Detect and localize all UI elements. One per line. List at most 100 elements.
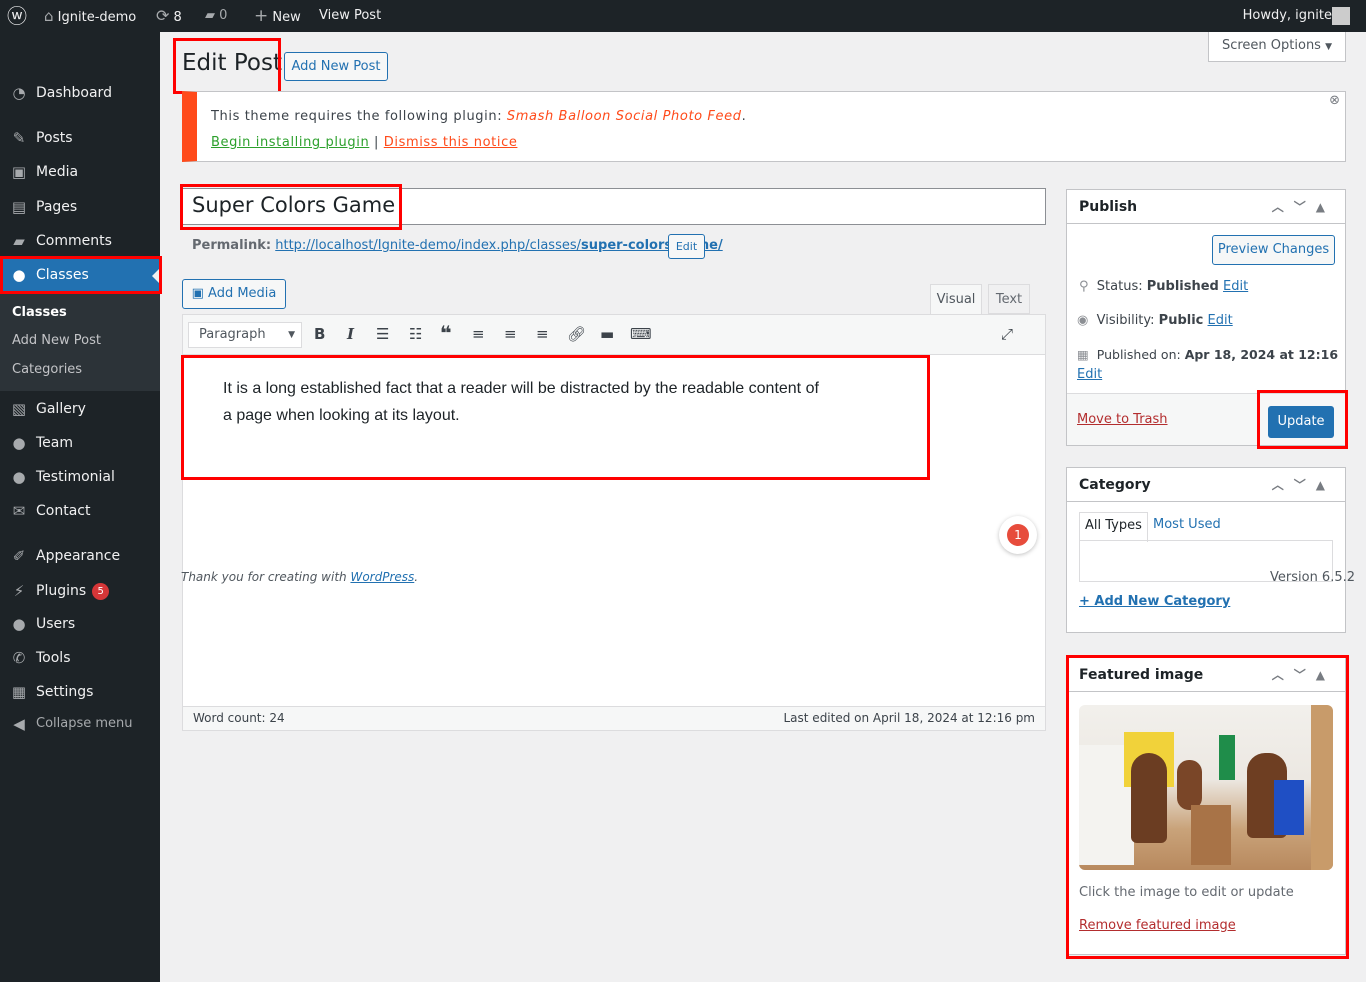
- screen-options-button[interactable]: Screen Options ▼: [1208, 32, 1346, 62]
- sidebar-item-plugins[interactable]: ⚡ Plugins 5: [0, 574, 160, 608]
- view-post-link[interactable]: View Post: [319, 0, 381, 32]
- category-header[interactable]: Category ︿﹀▲: [1067, 468, 1345, 502]
- preview-changes-button[interactable]: Preview Changes: [1212, 235, 1335, 265]
- sidebar-item-pages[interactable]: ▤ Pages: [0, 190, 160, 224]
- link-icon[interactable]: 🔗︎: [567, 325, 586, 343]
- new-link[interactable]: + New: [254, 0, 301, 32]
- wordpress-link[interactable]: WordPress: [350, 570, 414, 584]
- sidebar-item-testimonial[interactable]: ● Testimonial: [0, 460, 160, 494]
- status-value: Published: [1146, 279, 1219, 294]
- tab-visual[interactable]: Visual: [930, 284, 982, 315]
- featured-image[interactable]: [1079, 705, 1333, 870]
- thanks-period: .: [414, 570, 419, 584]
- pages-icon: ▤: [11, 198, 27, 216]
- sidebar-item-dashboard[interactable]: ◔ Dashboard: [0, 76, 160, 110]
- sidebar-item-label: Testimonial: [36, 469, 115, 485]
- publish-title: Publish: [1079, 199, 1138, 215]
- sidebar-item-label: Media: [36, 164, 79, 180]
- bold-icon[interactable]: B: [314, 325, 325, 343]
- sidebar-item-posts[interactable]: ✎ Posts: [0, 121, 160, 155]
- plugins-badge: 5: [92, 582, 110, 600]
- comments-link[interactable]: ▰ 0: [205, 0, 227, 32]
- notice-text: This theme requires the following plugin…: [211, 109, 746, 124]
- fullscreen-icon[interactable]: ⤢: [1001, 325, 1013, 343]
- permalink-link[interactable]: http://localhost/Ignite-demo/index.php/c…: [275, 238, 722, 253]
- admin-bar: ⓦ ⌂ Ignite-demo ⟳ 8 ▰ 0 + New View Post …: [0, 0, 1366, 32]
- home-icon: ⌂: [44, 7, 54, 25]
- read-more-icon[interactable]: ▬: [600, 325, 614, 343]
- publish-box: Publish ︿﹀▲ Preview Changes ⚲ Status: Pub…: [1066, 189, 1346, 446]
- permalink-edit-button[interactable]: Edit: [668, 234, 705, 259]
- status-edit-link[interactable]: Edit: [1223, 279, 1248, 294]
- numbered-list-icon[interactable]: ☷: [409, 325, 422, 343]
- avatar[interactable]: [1332, 7, 1350, 25]
- sidebar-item-users[interactable]: ● Users: [0, 607, 160, 641]
- post-title-input[interactable]: Super Colors Game: [182, 188, 1046, 225]
- blockquote-icon[interactable]: ❝: [440, 321, 452, 345]
- howdy-link[interactable]: Howdy, ignite: [1243, 0, 1332, 32]
- bullet-list-icon[interactable]: ☰: [376, 325, 389, 343]
- sidebar-item-label: Team: [36, 435, 74, 451]
- user-icon: ●: [12, 468, 26, 486]
- sidebar-item-classes[interactable]: ● Classes: [0, 258, 160, 292]
- box-controls-icon[interactable]: ︿﹀▲: [1272, 658, 1335, 692]
- box-controls-icon[interactable]: ︿﹀▲: [1272, 190, 1335, 224]
- italic-icon[interactable]: I: [347, 325, 354, 343]
- move-to-trash-link[interactable]: Move to Trash: [1077, 412, 1168, 427]
- editor-content[interactable]: It is a long established fact that a rea…: [223, 375, 823, 429]
- published-edit-link[interactable]: Edit: [1077, 367, 1102, 382]
- tab-text[interactable]: Text: [988, 284, 1030, 314]
- dismiss-notice-link[interactable]: Dismiss this notice: [384, 135, 518, 150]
- sidebar-item-gallery[interactable]: ▧ Gallery: [0, 392, 160, 426]
- box-controls-icon[interactable]: ︿﹀▲: [1272, 468, 1335, 502]
- add-new-category-link[interactable]: + Add New Category: [1079, 594, 1230, 609]
- sidebar-item-settings[interactable]: ▦ Settings: [0, 675, 160, 709]
- sidebar-item-contact[interactable]: ✉ Contact: [0, 494, 160, 528]
- publish-header[interactable]: Publish ︿﹀▲: [1067, 190, 1345, 224]
- sidebar-item-tools[interactable]: ✆ Tools: [0, 641, 160, 675]
- sidebar-item-label: Classes: [36, 267, 89, 283]
- close-icon[interactable]: ⊗: [1329, 93, 1340, 108]
- align-left-icon[interactable]: ≡: [472, 325, 485, 343]
- notice-plugin-name: Smash Balloon Social Photo Feed: [506, 109, 742, 124]
- site-link[interactable]: ⌂ Ignite-demo: [44, 0, 136, 32]
- sidebar-item-label: Comments: [36, 233, 112, 249]
- update-button[interactable]: Update: [1268, 406, 1334, 438]
- permalink-label: Permalink:: [192, 238, 272, 253]
- toolbar-toggle-icon[interactable]: ⌨: [630, 325, 652, 343]
- eye-icon: ◉: [1077, 313, 1089, 328]
- editor-toolbar: Paragraph ▼ B I ☰ ☷ ❝ ≡ ≡ ≡ 🔗︎ ▬ ⌨ ⤢: [183, 315, 1045, 355]
- sidebar-item-comments[interactable]: ▰ Comments: [0, 224, 160, 258]
- align-right-icon[interactable]: ≡: [536, 325, 549, 343]
- submenu-item-add-new-post[interactable]: Add New Post: [12, 333, 101, 348]
- submenu-item-categories[interactable]: Categories: [12, 362, 82, 377]
- add-media-button[interactable]: ▣ Add Media: [182, 279, 286, 309]
- sidebar-item-collapse-menu[interactable]: ◀ Collapse menu: [0, 707, 160, 741]
- sidebar-item-label: Pages: [36, 199, 78, 215]
- visibility-edit-link[interactable]: Edit: [1208, 313, 1233, 328]
- caret-down-icon: ▼: [288, 330, 295, 340]
- add-new-post-button[interactable]: Add New Post: [284, 52, 388, 81]
- user-icon: ●: [12, 615, 26, 633]
- featured-header[interactable]: Featured image ︿﹀▲: [1067, 658, 1345, 692]
- updates-link[interactable]: ⟳ 8: [156, 0, 182, 32]
- tab-all-types[interactable]: All Types: [1079, 512, 1148, 542]
- sidebar-item-media[interactable]: ▣ Media: [0, 155, 160, 189]
- sidebar-item-label: Plugins: [36, 583, 87, 599]
- sidebar-item-label: Contact: [36, 503, 91, 519]
- tab-most-used[interactable]: Most Used: [1153, 512, 1221, 538]
- format-select[interactable]: Paragraph ▼: [188, 322, 302, 348]
- sidebar-item-appearance[interactable]: ✐ Appearance: [0, 539, 160, 573]
- wordpress-logo-icon[interactable]: ⓦ: [7, 0, 27, 32]
- notification-bubble[interactable]: 1: [999, 516, 1037, 554]
- status-label: Status:: [1096, 279, 1143, 294]
- comments-count: 0: [219, 8, 228, 23]
- begin-installing-link[interactable]: Begin installing plugin: [211, 135, 369, 150]
- last-edited: Last edited on April 18, 2024 at 12:16 p…: [783, 711, 1036, 725]
- sidebar-item-team[interactable]: ● Team: [0, 426, 160, 460]
- submenu-item-classes[interactable]: Classes: [12, 305, 67, 320]
- visibility-value: Public: [1158, 313, 1204, 328]
- align-center-icon[interactable]: ≡: [504, 325, 517, 343]
- remove-featured-image-link[interactable]: Remove featured image: [1079, 918, 1236, 933]
- notification-count: 1: [1007, 524, 1029, 546]
